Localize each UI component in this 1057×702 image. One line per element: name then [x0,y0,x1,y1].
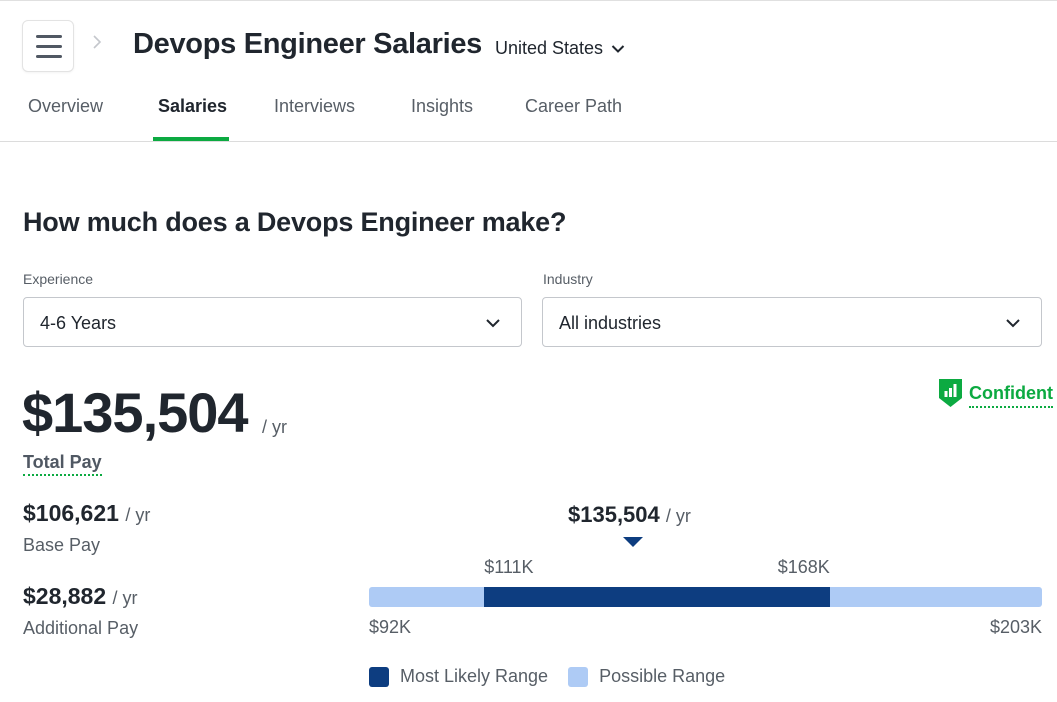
possible-max-label: $203K [989,617,1042,637]
median-marker-triangle [622,537,643,547]
experience-label: Experience [23,271,94,287]
industry-label: Industry [543,271,593,287]
location-dropdown[interactable]: United States [495,38,625,59]
chevron-down-icon [611,44,625,53]
hamburger-menu-button[interactable] [22,20,74,72]
tab-bar: Overview Salaries Interviews Insights Ca… [0,90,1057,142]
industry-select[interactable]: All industries [542,297,1042,347]
industry-value: All industries [559,313,662,333]
chart-legend: Most Likely Range Possible Range [369,666,745,687]
chevron-down-icon [1006,319,1020,328]
legend-label-possible: Possible Range [599,666,726,686]
experience-select[interactable]: 4-6 Years [23,297,522,347]
base-pay-amount: $106,621 / yr [23,500,150,527]
confidence-label: Confident [969,383,1053,408]
hamburger-menu-icon-line [36,55,62,58]
hamburger-menu-icon-line [36,45,62,48]
bar-chart-shield-icon [939,378,962,407]
most-likely-min-label: $111K [484,557,534,577]
possible-min-label: $92K [369,617,412,637]
total-pay-period: / yr [262,417,287,437]
median-value: $135,504 [568,502,660,527]
additional-pay-label: Additional Pay [23,618,139,638]
base-pay-value: $106,621 [23,500,119,526]
tab-insights[interactable]: Insights [411,96,473,142]
tab-overview[interactable]: Overview [28,96,103,142]
total-pay-label[interactable]: Total Pay [23,452,102,476]
possible-range-bar[interactable] [369,587,1042,607]
hamburger-menu-icon-line [36,35,62,38]
active-tab-indicator [153,137,229,141]
tab-interviews[interactable]: Interviews [274,96,355,142]
tab-salaries[interactable]: Salaries [158,96,227,142]
tab-career-path[interactable]: Career Path [525,96,622,142]
base-pay-label: Base Pay [23,535,101,555]
median-period: / yr [665,506,691,526]
chevron-right-icon [93,35,102,49]
legend-swatch-possible [568,666,589,687]
legend-label-most-likely: Most Likely Range [400,666,549,686]
most-likely-max-label: $168K [777,557,830,577]
confidence-badge[interactable]: Confident [938,377,1053,408]
base-pay-period: / yr [125,505,151,525]
experience-value: 4-6 Years [40,313,117,333]
legend-swatch-most-likely [369,666,389,687]
top-divider [0,0,1057,1]
page-title: Devops Engineer Salaries [133,28,483,60]
section-heading: How much does a Devops Engineer make? [23,207,567,237]
location-label: United States [495,38,604,58]
additional-pay-amount: $28,882 / yr [23,583,138,610]
most-likely-range-bar[interactable] [484,587,830,607]
chevron-down-icon [486,319,500,328]
additional-pay-value: $28,882 [23,583,107,609]
additional-pay-period: / yr [112,588,138,608]
median-salary-label: $135,504 / yr [568,502,691,528]
total-pay-amount: $135,504 [22,381,249,444]
